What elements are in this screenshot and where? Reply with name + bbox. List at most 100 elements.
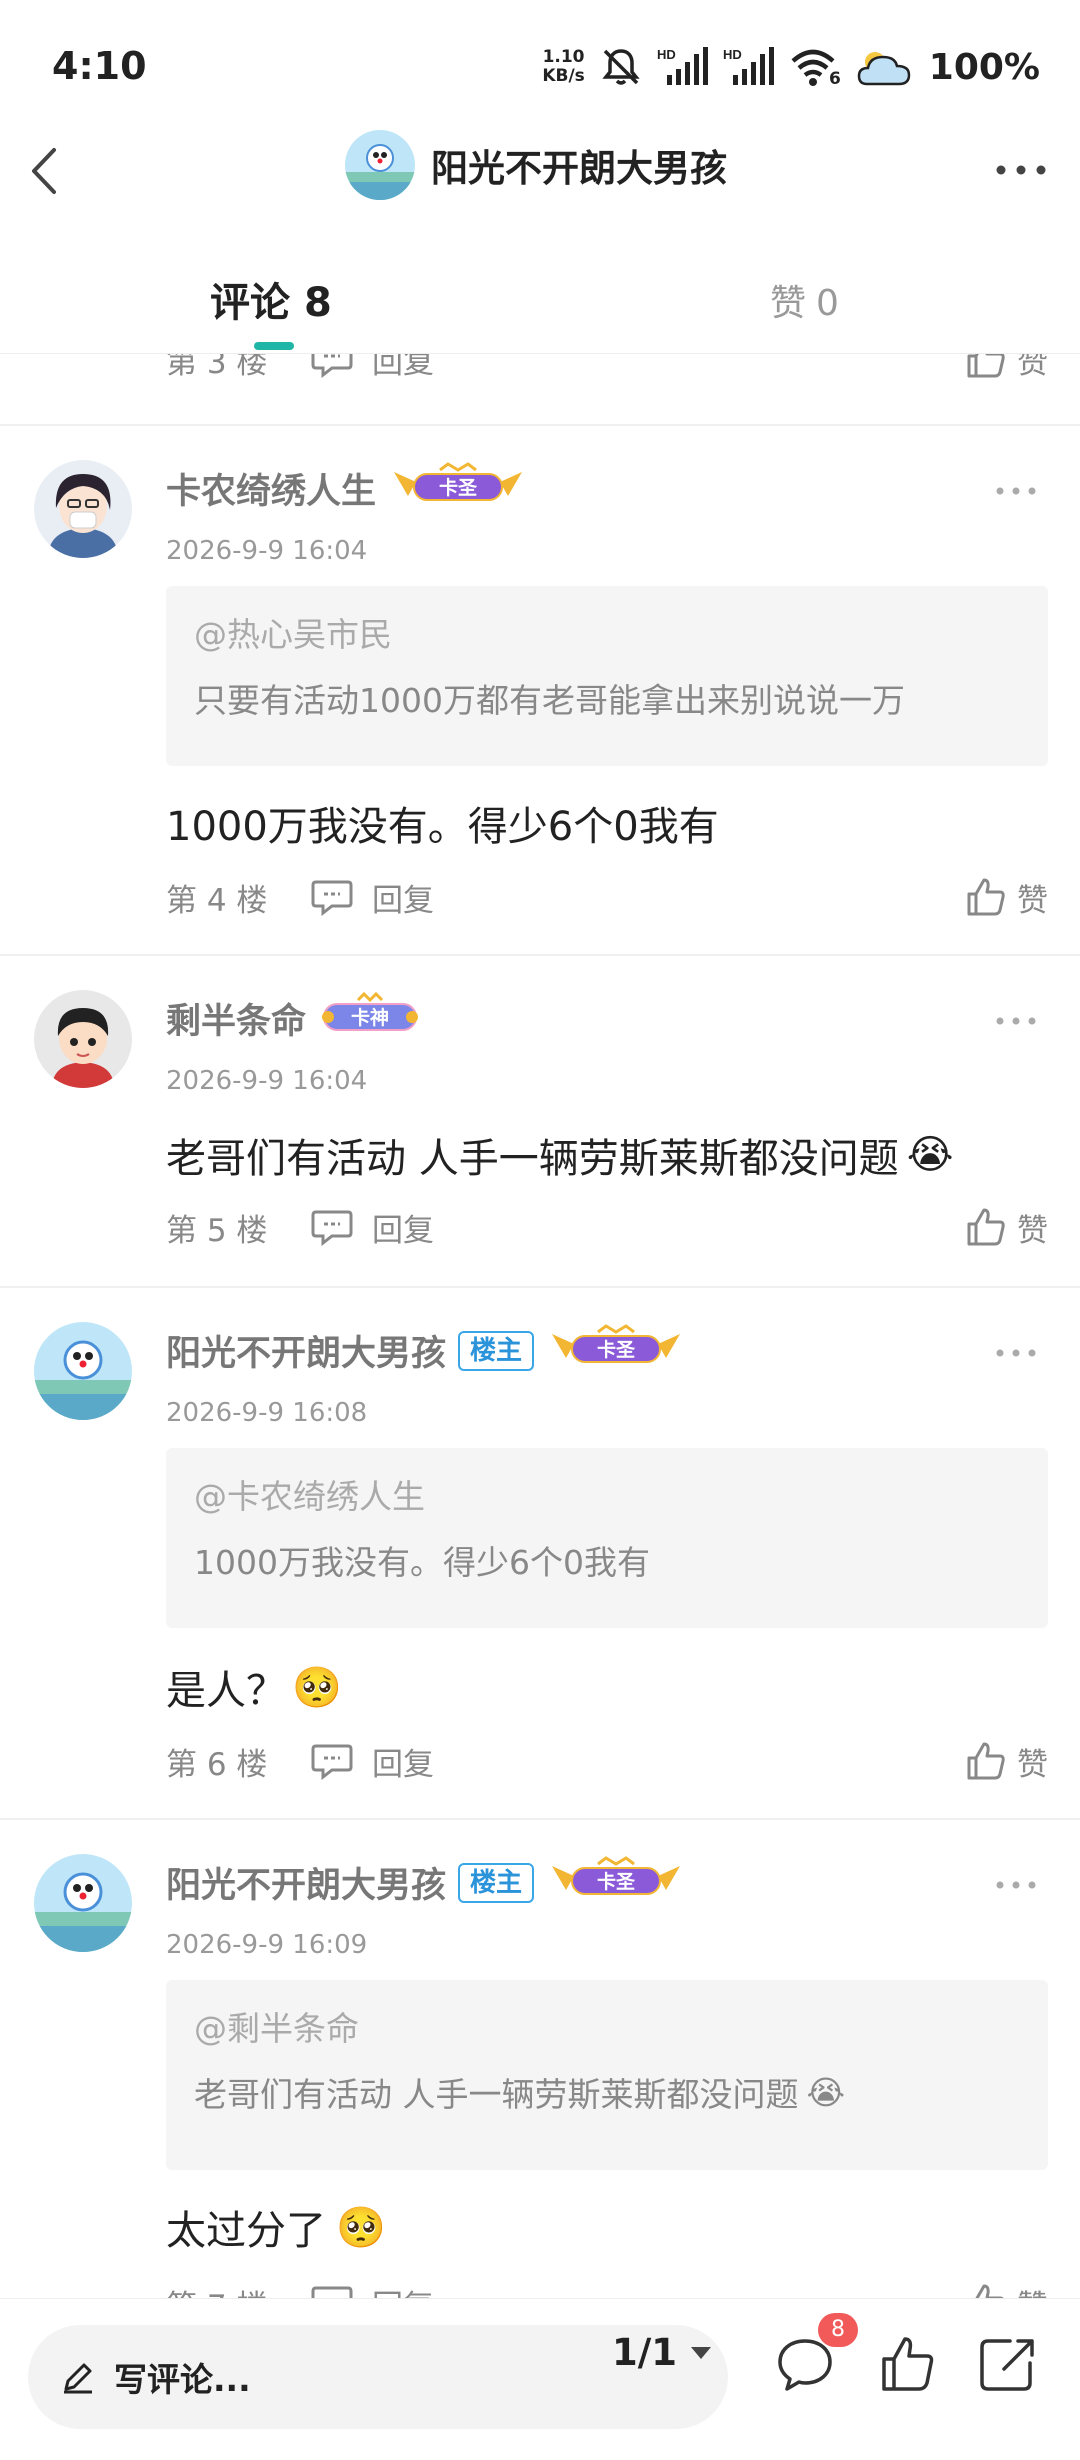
quoted-comment[interactable]: @热心吴市民 只要有活动1000万都有老哥能拿出来别说说一万 xyxy=(166,586,1048,766)
comment-footer: 第 6 楼 回复 赞 xyxy=(166,1736,1048,1786)
comment-text-body: 太过分了 xyxy=(166,2208,326,2254)
quoted-text: 1000万我没有。得少6个0我有 xyxy=(194,1543,650,1582)
user-avatar[interactable] xyxy=(34,460,132,558)
status-time: 4:10 xyxy=(52,44,147,88)
thumbs-up-icon xyxy=(967,354,1005,378)
like-button[interactable]: 赞 xyxy=(965,354,1048,382)
floor-number: 第 5 楼 xyxy=(166,1212,268,1249)
user-avatar[interactable] xyxy=(34,990,132,1088)
reply-button[interactable]: 回复 xyxy=(310,875,434,920)
author-avatar[interactable] xyxy=(345,130,415,200)
quoted-text: 老哥们有活动 人手一辆劳斯莱斯都没问题 😭 xyxy=(194,2068,1020,2116)
user-avatar[interactable] xyxy=(34,1854,132,1952)
quoted-user[interactable]: @热心吴市民 xyxy=(194,608,1020,656)
thumbs-up-icon xyxy=(967,1208,1005,1246)
comment-item: 阳光不开朗大男孩 楼主 卡圣 2026-9-9 16:08 @卡农绮绣人生 10… xyxy=(0,1286,1080,1816)
like-label: 赞 xyxy=(1017,2281,1048,2299)
comment-footer: 第 5 楼 回复 赞 xyxy=(166,1202,1048,1252)
wifi-level: 6 xyxy=(828,69,841,89)
like-button[interactable]: 赞 xyxy=(965,1205,1048,1250)
status-bar: 4:10 1.10 KB/s HD HD 6 100% xyxy=(0,0,1080,130)
comment-more-icon[interactable] xyxy=(988,1006,1044,1036)
medal-label: 卡圣 xyxy=(439,476,478,499)
comment-more-icon[interactable] xyxy=(988,476,1044,506)
comment-item: 卡农绮绣人生 卡圣 2026-9-9 16:04 @热心吴市民 只要有活动100… xyxy=(0,424,1080,952)
tab-comments-label: 评论 xyxy=(210,280,290,326)
reply-label: 回复 xyxy=(372,2281,434,2299)
page-selector[interactable]: 1/1 xyxy=(612,2331,713,2374)
signal-hd-2-icon: HD xyxy=(723,47,774,85)
svg-text:HD: HD xyxy=(657,47,676,62)
user-medal: 卡圣 xyxy=(546,1856,686,1909)
like-button[interactable]: 赞 xyxy=(965,2281,1048,2299)
pleading-emoji: 🥺 xyxy=(336,2204,386,2251)
reply-button[interactable]: 回复 xyxy=(310,354,434,382)
doraemon-avatar-icon xyxy=(34,1322,132,1420)
comment-more-icon[interactable] xyxy=(988,1870,1044,1900)
user-name[interactable]: 阳光不开朗大男孩 xyxy=(166,1857,446,1908)
doraemon-avatar-icon xyxy=(345,130,415,200)
user-name-row: 剩半条命 卡神 xyxy=(166,991,422,1045)
comment-footer: 第 3 楼 回复 赞 xyxy=(166,354,1048,384)
comment-text: 太过分了 🥺 xyxy=(166,2198,386,2256)
reply-icon xyxy=(311,354,353,378)
tab-comments-count: 8 xyxy=(304,280,332,326)
medal-crown-icon: 卡圣 xyxy=(552,1856,681,1895)
comment-more-icon[interactable] xyxy=(988,1338,1044,1368)
quoted-user[interactable]: @卡农绮绣人生 xyxy=(194,1470,1020,1518)
back-arrow-icon[interactable] xyxy=(20,134,90,204)
reply-icon xyxy=(311,880,353,916)
comment-footer: 第 4 楼 回复 赞 xyxy=(166,872,1048,922)
user-avatar[interactable] xyxy=(34,1322,132,1420)
thumbs-up-icon[interactable] xyxy=(872,2329,942,2399)
pen-icon xyxy=(64,2363,92,2394)
quoted-comment[interactable]: @剩半条命 老哥们有活动 人手一辆劳斯莱斯都没问题 😭 xyxy=(166,1980,1048,2170)
like-button[interactable]: 赞 xyxy=(965,875,1048,920)
reply-icon xyxy=(311,2286,353,2298)
mute-icon xyxy=(602,49,640,85)
quoted-user[interactable]: @剩半条命 xyxy=(194,2002,1020,2050)
page-title: 阳光不开朗大男孩 xyxy=(431,147,727,190)
quoted-comment[interactable]: @卡农绮绣人生 1000万我没有。得少6个0我有 xyxy=(166,1448,1048,1628)
medal-crown-icon: 卡神 xyxy=(322,991,419,1031)
comment-time: 2026-9-9 16:04 xyxy=(166,536,368,566)
tab-likes[interactable]: 赞0 xyxy=(770,274,839,326)
like-label: 赞 xyxy=(1017,1746,1048,1783)
reply-button[interactable]: 回复 xyxy=(310,1205,434,1250)
quoted-text-body: 老哥们有活动 人手一辆劳斯莱斯都没问题 xyxy=(194,2075,799,2114)
comment-text: 1000万我没有。得少6个0我有 xyxy=(166,804,719,850)
more-options-icon[interactable] xyxy=(986,140,1056,200)
user-name[interactable]: 卡农绮绣人生 xyxy=(166,463,376,514)
reply-label: 回复 xyxy=(372,1746,434,1783)
comment-item: 剩半条命 卡神 2026-9-9 16:04 老哥们有活动 人手一辆劳斯莱斯都没… xyxy=(0,954,1080,1284)
dropdown-triangle-icon xyxy=(691,2346,712,2359)
medal-label: 卡神 xyxy=(351,1006,389,1029)
reply-button[interactable]: 回复 xyxy=(310,1739,434,1784)
share-icon[interactable] xyxy=(972,2329,1042,2399)
wifi-indicator: 6 xyxy=(789,45,841,89)
crying-emoji: 😭 xyxy=(906,1132,954,1178)
bottom-bar: 写评论... 1/1 8 xyxy=(0,2298,1080,2460)
author-header[interactable]: 阳光不开朗大男孩 xyxy=(345,130,727,200)
reply-label: 回复 xyxy=(372,354,434,381)
battery-level: 100% xyxy=(928,46,1040,88)
tab-bar: 评论 8 赞0 xyxy=(0,250,1080,354)
comment-count-badge: 8 xyxy=(818,2313,858,2347)
floor-number: 第 6 楼 xyxy=(166,1746,268,1783)
thumbs-up-icon xyxy=(967,878,1005,916)
like-label: 赞 xyxy=(1017,1212,1048,1249)
reply-button[interactable]: 回复 xyxy=(310,2281,434,2299)
user-name[interactable]: 剩半条命 xyxy=(166,993,306,1044)
tab-comments[interactable]: 评论 8 xyxy=(210,270,332,328)
comment-text-body: 是人？ xyxy=(166,1668,286,1714)
user-name[interactable]: 阳光不开朗大男孩 xyxy=(166,1325,446,1376)
active-tab-indicator xyxy=(254,342,294,350)
medal-crown-icon: 卡圣 xyxy=(394,462,523,501)
like-label: 赞 xyxy=(1017,882,1048,919)
user-name-row: 阳光不开朗大男孩 楼主 卡圣 xyxy=(166,1324,686,1377)
comment-list[interactable]: 第 3 楼 回复 赞 卡农绮绣人生 卡圣 2026-9-9 16:04 @热心吴… xyxy=(0,354,1080,2298)
cartoon-boy-avatar-icon xyxy=(34,990,132,1088)
like-button[interactable]: 赞 xyxy=(965,1739,1048,1784)
thumbs-up-icon xyxy=(967,1742,1005,1780)
floor-number: 第 7 楼 xyxy=(166,2281,306,2299)
